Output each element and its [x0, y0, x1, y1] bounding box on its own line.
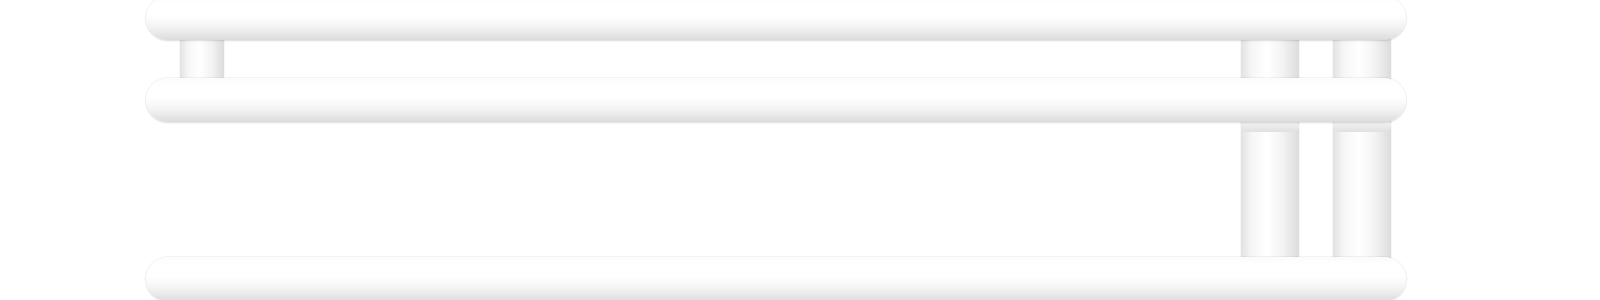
- middle-rail: [146, 78, 1406, 122]
- bottom-rail: [146, 257, 1406, 300]
- top-rail: [146, 0, 1406, 40]
- right-vertical-pipe-outer: [1333, 34, 1391, 264]
- left-mounting-post: [180, 34, 224, 82]
- towel-rail-image: [0, 0, 1600, 300]
- right-vertical-pipe-inner: [1241, 34, 1299, 264]
